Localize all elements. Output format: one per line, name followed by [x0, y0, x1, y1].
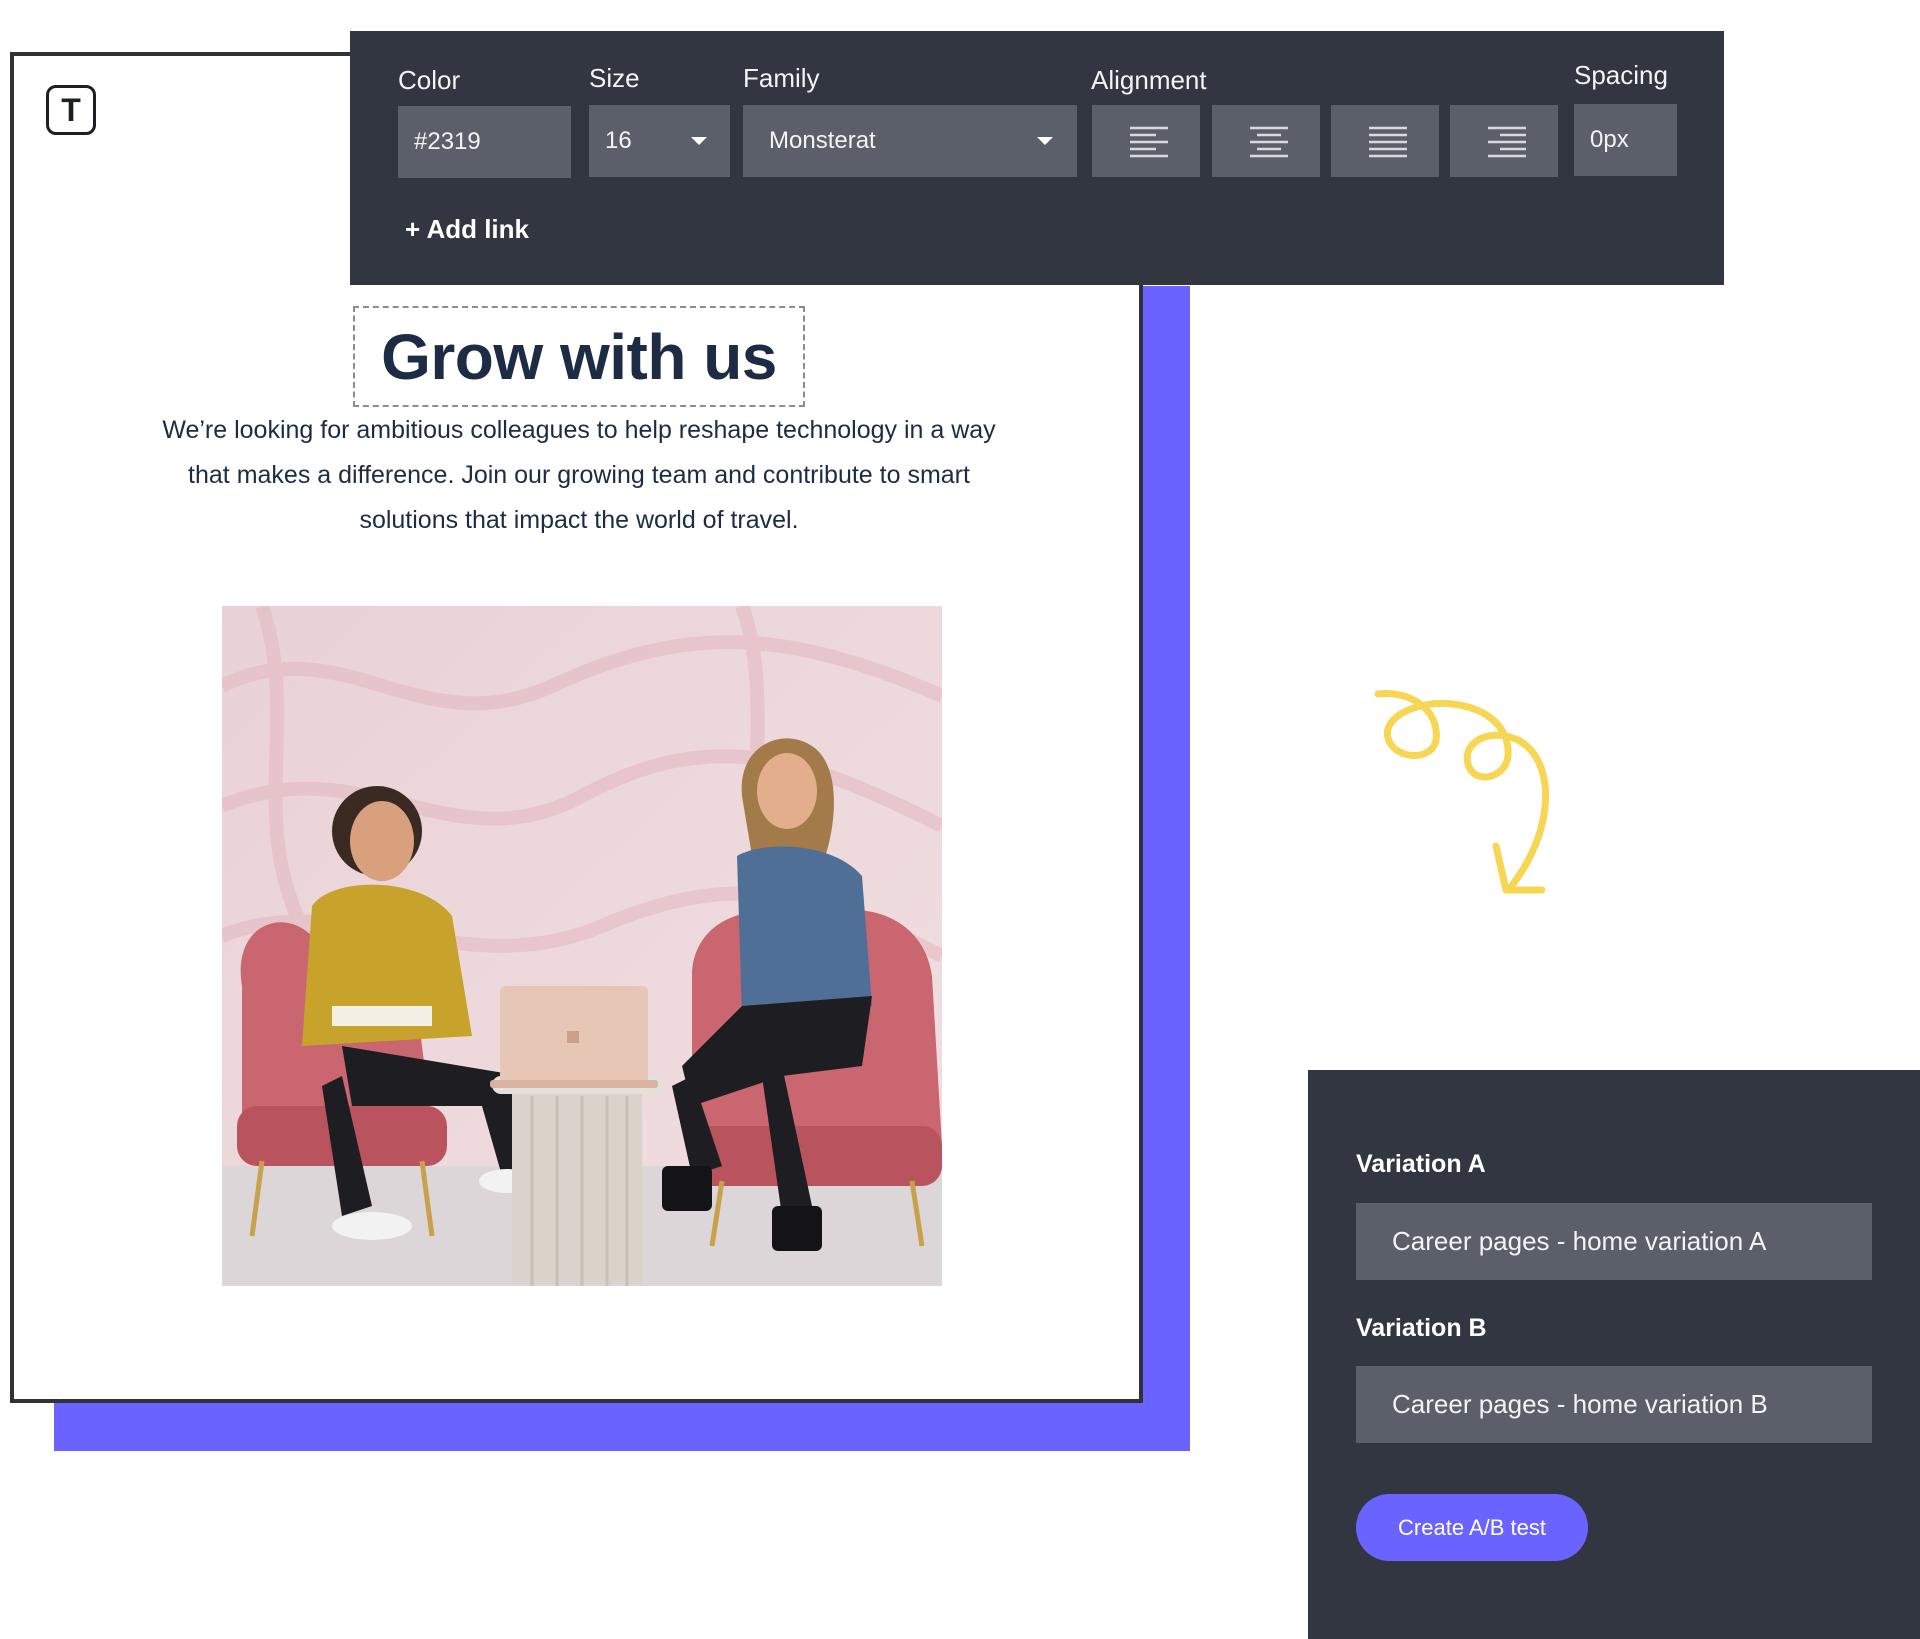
add-link-button[interactable]: + Add link — [405, 214, 529, 245]
team-photo-illustration — [222, 606, 942, 1286]
create-ab-test-button[interactable]: Create A/B test — [1356, 1494, 1588, 1561]
color-input[interactable]: #2319 — [398, 106, 571, 178]
font-family-select[interactable]: Monsterat — [743, 105, 1077, 177]
body-line: We’re looking for ambitious colleagues t… — [162, 416, 996, 444]
align-right-button[interactable] — [1450, 105, 1558, 177]
body-paragraph[interactable]: We’re looking for ambitious colleagues t… — [114, 408, 1044, 543]
variation-a-value: Career pages - home variation A — [1392, 1226, 1767, 1256]
body-line: solutions that impact the world of trave… — [359, 506, 799, 534]
squiggle-arrow-icon — [1374, 690, 1549, 894]
headline-selection[interactable]: Grow with us — [353, 306, 805, 407]
align-left-button[interactable] — [1092, 105, 1200, 177]
chevron-down-icon — [691, 137, 707, 145]
family-label: Family — [743, 63, 820, 93]
variation-a-field[interactable]: Career pages - home variation A — [1356, 1203, 1872, 1280]
size-label: Size — [589, 63, 640, 93]
spacing-value: 0px — [1590, 126, 1629, 153]
variation-b-label: Variation B — [1356, 1314, 1487, 1342]
variation-b-field[interactable]: Career pages - home variation B — [1356, 1366, 1872, 1443]
align-center-icon — [1250, 126, 1288, 158]
align-justify-button[interactable] — [1331, 105, 1439, 177]
color-value: #2319 — [414, 128, 481, 155]
align-justify-icon — [1369, 126, 1407, 158]
spacing-label: Spacing — [1574, 60, 1668, 90]
variation-b-value: Career pages - home variation B — [1392, 1389, 1768, 1419]
align-left-icon — [1130, 126, 1168, 158]
align-center-button[interactable] — [1212, 105, 1320, 177]
family-value: Monsterat — [769, 127, 876, 154]
align-right-icon — [1488, 126, 1526, 158]
page-headline[interactable]: Grow with us — [381, 320, 777, 394]
text-tool-icon[interactable]: T — [46, 85, 96, 135]
alignment-label: Alignment — [1091, 65, 1207, 95]
body-line: that makes a difference. Join our growin… — [188, 461, 970, 489]
size-select[interactable]: 16 — [589, 105, 730, 177]
team-photo[interactable] — [222, 606, 942, 1286]
size-value: 16 — [605, 127, 632, 154]
text-format-toolbar: Color #2319 Size 16 Family Monsterat Ali… — [350, 31, 1724, 285]
color-label: Color — [398, 65, 461, 95]
chevron-down-icon — [1037, 137, 1053, 145]
spacing-input[interactable]: 0px — [1574, 104, 1677, 176]
variation-a-label: Variation A — [1356, 1150, 1486, 1178]
ab-test-panel: Variation A Career pages - home variatio… — [1308, 1070, 1920, 1639]
